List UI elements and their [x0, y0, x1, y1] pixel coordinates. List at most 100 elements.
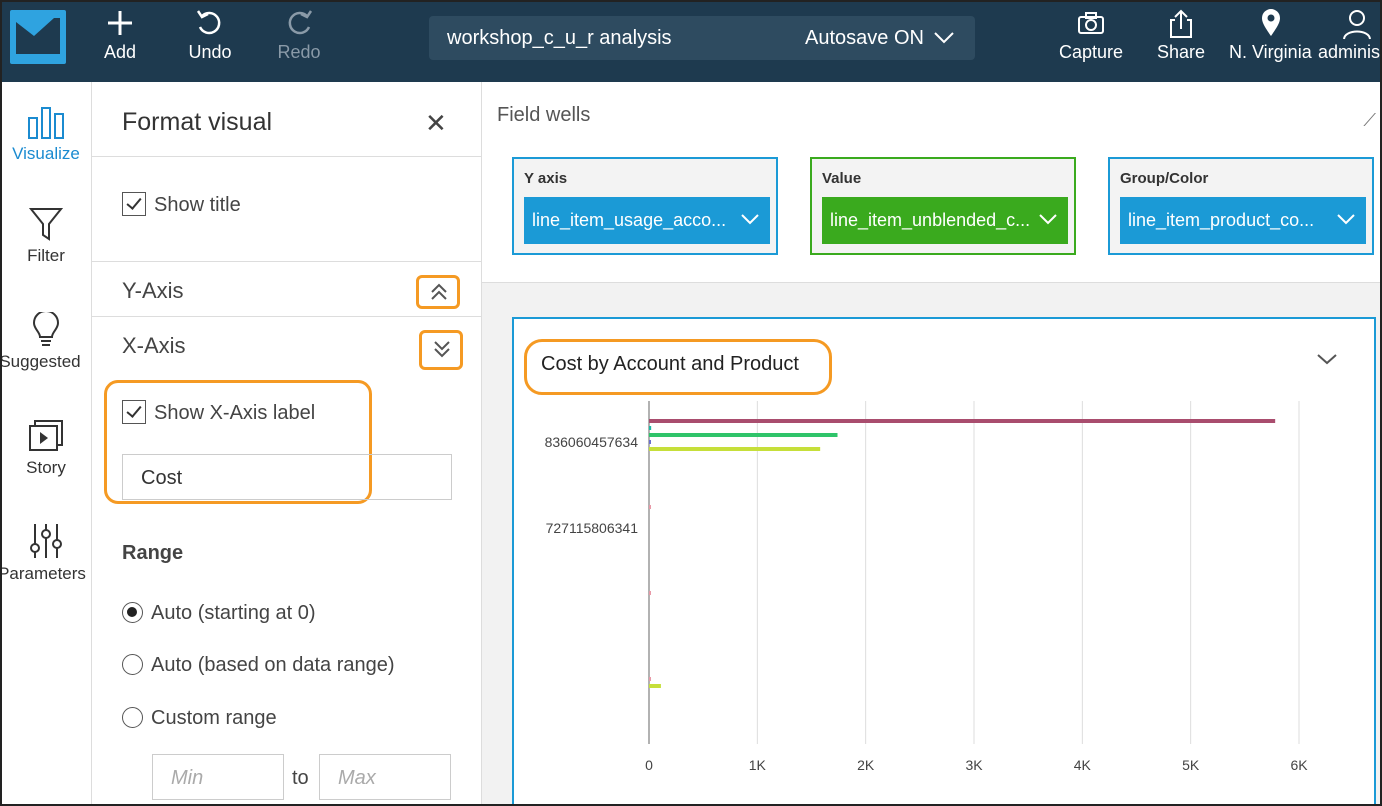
- camera-icon: [1058, 8, 1124, 42]
- bar-chart-icon: [28, 107, 64, 139]
- y-axis-field-pill[interactable]: line_item_usage_acco...: [524, 197, 770, 244]
- divider: [92, 156, 482, 157]
- group-color-field-name: line_item_product_co...: [1128, 210, 1315, 230]
- close-icon[interactable]: ✕: [425, 108, 447, 139]
- share-label: Share: [1156, 42, 1206, 62]
- range-auto-data-label: Auto (based on data range): [151, 654, 395, 676]
- undo-button[interactable]: Undo: [186, 8, 234, 63]
- capture-button[interactable]: Capture: [1058, 8, 1124, 63]
- capture-label: Capture: [1058, 42, 1124, 62]
- location-pin-icon: [1229, 8, 1313, 42]
- logo-mark-icon: [16, 18, 60, 54]
- range-auto-zero-option[interactable]: Auto (starting at 0): [122, 602, 316, 625]
- bar: [649, 419, 1276, 423]
- show-x-axis-label-row[interactable]: Show X-Axis label: [122, 400, 315, 425]
- analysis-title-box[interactable]: workshop_c_u_r analysis Autosave ON: [429, 16, 975, 60]
- range-min-input[interactable]: Min: [152, 754, 284, 800]
- bar: [649, 591, 651, 595]
- range-custom-option[interactable]: Custom range: [122, 707, 277, 730]
- radio-custom[interactable]: [122, 707, 143, 728]
- rail-item-filter[interactable]: Filter: [0, 206, 92, 266]
- panel-title: Format visual: [122, 108, 273, 136]
- value-field-name: line_item_unblended_c...: [830, 210, 1031, 230]
- rail-item-parameters[interactable]: Parameters: [0, 522, 92, 584]
- show-title-checkbox[interactable]: [122, 192, 146, 216]
- user-icon: [1318, 8, 1382, 42]
- radio-auto-zero[interactable]: [122, 602, 143, 623]
- add-button[interactable]: Add: [100, 8, 140, 63]
- show-title-row[interactable]: Show title: [122, 192, 241, 217]
- undo-label: Undo: [188, 42, 232, 62]
- group-color-well: Group/Color line_item_product_co...: [1108, 157, 1374, 255]
- radio-auto-data[interactable]: [122, 654, 143, 675]
- rail-item-suggested[interactable]: Suggested: [0, 312, 92, 372]
- field-wells-title[interactable]: Field wells: [497, 104, 590, 127]
- value-field-pill[interactable]: line_item_unblended_c...: [822, 197, 1068, 244]
- user-menu[interactable]: administ: [1318, 8, 1382, 63]
- sheet-canvas: Cost by Account and Product 0 1K 2K 3K 4K 5K 6…: [482, 283, 1382, 806]
- y-axis-well: Y axis line_item_usage_acco...: [512, 157, 778, 255]
- y-axis-field-name: line_item_usage_acco...: [532, 210, 727, 230]
- bar: [649, 433, 838, 437]
- x-axis-section[interactable]: X-Axis: [122, 333, 186, 359]
- analysis-name[interactable]: workshop_c_u_r analysis: [447, 27, 672, 50]
- show-x-axis-label-checkbox[interactable]: [122, 400, 146, 424]
- share-icon: [1156, 8, 1206, 42]
- undo-icon: [186, 8, 234, 42]
- story-icon: [29, 420, 63, 451]
- show-title-label: Show title: [154, 194, 241, 216]
- autosave-toggle[interactable]: Autosave ON: [805, 27, 924, 50]
- divider: [92, 261, 482, 262]
- top-bar: Add Undo Redo workshop_c_u_r analysis Au…: [0, 0, 1382, 82]
- value-well-label: Value: [822, 170, 862, 187]
- value-well: Value line_item_unblended_c...: [810, 157, 1076, 255]
- range-to-label: to: [292, 767, 309, 789]
- visual-card[interactable]: Cost by Account and Product 0 1K 2K 3K 4K 5K 6…: [512, 317, 1376, 806]
- y-axis-well-label: Y axis: [524, 170, 568, 187]
- chevron-down-icon[interactable]: [1038, 210, 1058, 231]
- region-label: N. Virginia: [1229, 42, 1312, 62]
- bar: [649, 426, 652, 430]
- bar: [649, 677, 651, 681]
- plus-icon: [100, 8, 140, 42]
- funnel-icon: [29, 208, 63, 241]
- group-color-field-pill[interactable]: line_item_product_co...: [1120, 197, 1366, 244]
- double-chevron-down-icon[interactable]: [433, 340, 451, 363]
- bar: [649, 440, 651, 444]
- rail-item-story[interactable]: Story: [0, 418, 92, 478]
- double-chevron-up-icon[interactable]: [430, 283, 448, 306]
- range-auto-data-option[interactable]: Auto (based on data range): [122, 654, 395, 677]
- sliders-icon: [30, 524, 62, 558]
- bar: [649, 447, 821, 451]
- x-tick-label: 5K: [1182, 757, 1200, 773]
- redo-icon: [276, 8, 322, 42]
- y-axis-section[interactable]: Y-Axis: [122, 278, 184, 304]
- main-area: Field wells ⟋ Y axis line_item_usage_acc…: [482, 82, 1382, 806]
- chevron-down-icon[interactable]: [1336, 210, 1356, 231]
- lightbulb-icon: [32, 312, 60, 346]
- redo-button[interactable]: Redo: [276, 8, 322, 63]
- group-color-well-label: Group/Color: [1120, 170, 1209, 187]
- rail-label-suggested: Suggested: [0, 352, 81, 371]
- bar: [649, 684, 661, 688]
- chevron-down-icon[interactable]: [933, 28, 955, 51]
- x-axis-label-input[interactable]: Cost: [122, 454, 452, 500]
- rail-label-filter: Filter: [27, 246, 65, 265]
- x-tick-label: 4K: [1074, 757, 1092, 773]
- x-tick-label: 1K: [749, 757, 767, 773]
- x-tick-label: 6K: [1290, 757, 1308, 773]
- share-button[interactable]: Share: [1156, 8, 1206, 63]
- quicksight-logo[interactable]: [10, 10, 66, 64]
- rail-label-story: Story: [26, 458, 66, 477]
- range-heading: Range: [122, 542, 184, 564]
- x-tick-label: 0: [645, 757, 653, 773]
- rail-item-visualize[interactable]: Visualize: [0, 104, 92, 164]
- add-label: Add: [103, 42, 137, 62]
- x-tick-label: 3K: [965, 757, 983, 773]
- collapse-icon[interactable]: ⟋: [1363, 110, 1376, 131]
- bar-chart: 0 1K 2K 3K 4K 5K 6K 836060457634 727115806341: [545, 401, 1308, 773]
- divider: [92, 316, 482, 317]
- region-selector[interactable]: N. Virginia: [1229, 8, 1313, 63]
- range-max-input[interactable]: Max: [319, 754, 451, 800]
- chevron-down-icon[interactable]: [740, 210, 760, 231]
